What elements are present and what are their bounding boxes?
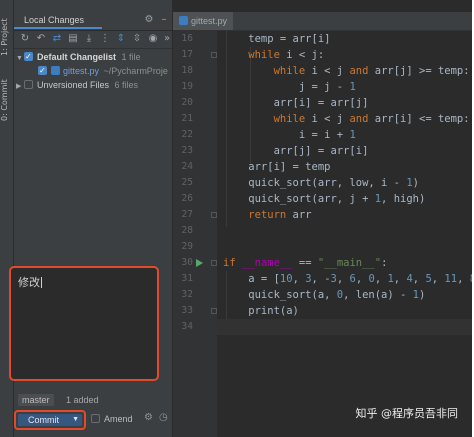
diff-icon[interactable]: ⇄ xyxy=(50,32,64,46)
line-number: 24 xyxy=(181,161,193,172)
code-line: i = i + 1 xyxy=(223,129,356,141)
commit-options-gear-icon[interactable]: ⚙ xyxy=(144,412,153,423)
code-line: while i < j and arr[i] <= temp: xyxy=(273,113,470,125)
changelist-checkbox[interactable] xyxy=(24,50,33,64)
python-file-icon xyxy=(51,66,60,75)
unversioned-checkbox[interactable] xyxy=(24,80,33,89)
file-row[interactable]: gittest.py ~/PycharmProje xyxy=(38,64,168,78)
line-number: 16 xyxy=(181,33,193,44)
changes-toolbar: ↻ ↶ ⇄ ▤ ⤓ ⋮ ⇕ ⇳ ◉ » xyxy=(14,31,172,49)
line-number: 27 xyxy=(181,209,193,220)
editor-tabbar: gittest.py xyxy=(173,12,472,31)
line-number: 28 xyxy=(181,225,193,236)
line-number: 25 xyxy=(181,177,193,188)
line-number: 31 xyxy=(181,273,193,284)
commit-button-highlight: Commit ▼ xyxy=(14,410,86,430)
line-number: 34 xyxy=(181,321,193,332)
line-number: 33 xyxy=(181,305,193,316)
refresh-icon[interactable]: ↻ xyxy=(18,32,32,46)
python-file-icon xyxy=(179,16,188,25)
commit-button[interactable]: Commit ▼ xyxy=(18,414,82,426)
code-line: if __name__ == "__main__": xyxy=(223,257,388,269)
unversioned-count: 6 files xyxy=(114,80,139,90)
ide-window: 1: Project 0: Commit Local Changes ⚙ – ↻… xyxy=(0,0,472,437)
gear-icon[interactable]: ⚙ xyxy=(142,13,156,27)
watermark: 知乎 @程序员吾非同 xyxy=(355,407,459,420)
line-number: 22 xyxy=(181,129,193,140)
hide-icon[interactable]: – xyxy=(157,13,171,27)
file-checkbox[interactable] xyxy=(38,64,47,78)
code-line: arr[i] = arr[j] xyxy=(223,97,369,109)
commit-message-text: 修改 xyxy=(18,276,40,289)
editor-tab-gittest[interactable]: gittest.py xyxy=(173,12,234,30)
line-number: 30 xyxy=(181,257,193,268)
code-line: quick_sort(arr, low, i - 1) xyxy=(223,177,419,189)
chevron-down-icon[interactable]: ▼ xyxy=(16,52,24,66)
added-status: 1 added xyxy=(66,395,99,405)
code-line: j = j - 1 xyxy=(223,81,356,93)
changelist-count: 1 file xyxy=(121,52,141,62)
fold-marker-icon[interactable] xyxy=(211,52,217,58)
fold-marker-icon[interactable] xyxy=(211,260,217,266)
history-icon[interactable]: ◷ xyxy=(159,412,168,423)
code-line: quick_sort(arr, j + 1, high) xyxy=(223,193,426,205)
dropdown-arrow-icon[interactable]: ▼ xyxy=(72,414,79,426)
changelist-row[interactable]: ▼ Default Changelist 1 file xyxy=(16,50,141,64)
editor-tab-label: gittest.py xyxy=(191,16,228,26)
line-number: 17 xyxy=(181,49,193,60)
code-line: arr[j] = arr[i] xyxy=(223,145,369,157)
code-line: return arr xyxy=(248,209,312,221)
amend-label: Amend xyxy=(104,414,133,424)
text-caret xyxy=(41,277,42,288)
project-tool-tab[interactable]: 1: Project xyxy=(0,14,13,60)
more-icon[interactable]: » xyxy=(160,32,174,46)
amend-checkbox[interactable] xyxy=(91,414,100,423)
unversioned-label: Unversioned Files xyxy=(37,80,110,90)
run-icon[interactable] xyxy=(196,259,203,267)
file-name: gittest.py xyxy=(63,66,100,76)
line-number: 18 xyxy=(181,65,193,76)
commit-button-label: Commit xyxy=(28,415,59,425)
line-number: 21 xyxy=(181,113,193,124)
commit-tool-tab[interactable]: 0: Commit xyxy=(0,78,13,122)
tab-local-changes[interactable]: Local Changes xyxy=(14,12,102,29)
current-line-highlight xyxy=(217,319,472,335)
line-number: 26 xyxy=(181,193,193,204)
expand-all-icon[interactable]: ⇕ xyxy=(114,32,128,46)
code-line: print(a) xyxy=(223,305,299,317)
line-number: 29 xyxy=(181,241,193,252)
eye-icon[interactable]: ◉ xyxy=(146,32,160,46)
rollback-icon[interactable]: ↶ xyxy=(34,32,48,46)
fold-marker-icon[interactable] xyxy=(211,212,217,218)
changelist-name: Default Changelist xyxy=(37,52,117,62)
code-line: a = [10, 3, -3, 6, 0, 1, 4, 5, 11, 8] xyxy=(223,273,472,285)
code-line: while i < j and arr[j] >= temp: xyxy=(273,65,470,77)
line-number: 32 xyxy=(181,289,193,300)
changelist-icon[interactable]: ▤ xyxy=(66,32,80,46)
line-number: 19 xyxy=(181,81,193,92)
unversioned-row[interactable]: ▶ Unversioned Files 6 files xyxy=(16,78,138,92)
commit-panel: Local Changes ⚙ – ↻ ↶ ⇄ ▤ ⤓ ⋮ ⇕ ⇳ ◉ » ▼ D… xyxy=(9,0,172,437)
commit-message-input[interactable]: 修改 xyxy=(9,266,159,381)
group-by-icon[interactable]: ⋮ xyxy=(98,32,112,46)
collapse-all-icon[interactable]: ⇳ xyxy=(130,32,144,46)
shelve-icon[interactable]: ⤓ xyxy=(82,32,96,46)
code-line: arr[i] = temp xyxy=(223,161,331,173)
amend-checkbox-row[interactable]: Amend xyxy=(91,413,133,425)
chevron-right-icon[interactable]: ▶ xyxy=(16,80,24,94)
file-path: ~/PycharmProje xyxy=(103,66,168,76)
line-number: 20 xyxy=(181,97,193,108)
line-number: 23 xyxy=(181,145,193,156)
branch-badge[interactable]: master xyxy=(18,394,54,406)
code-line: quick_sort(a, 0, len(a) - 1) xyxy=(223,289,426,301)
code-line: while i < j: xyxy=(248,49,325,61)
fold-marker-icon[interactable] xyxy=(211,308,217,314)
code-line: temp = arr[i] xyxy=(223,33,331,45)
commit-panel-tabbar: Local Changes ⚙ – xyxy=(14,12,172,31)
